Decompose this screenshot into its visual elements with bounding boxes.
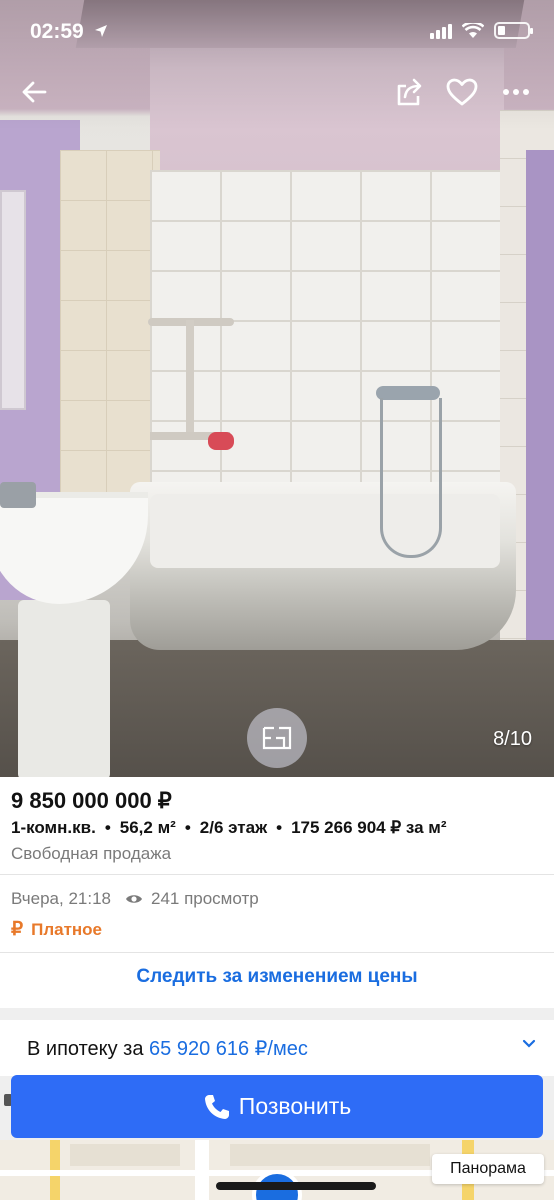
photo-bathtub-inner: [150, 494, 500, 568]
status-bar: 02:59: [0, 0, 554, 66]
call-button[interactable]: Позвонить: [11, 1075, 543, 1138]
eye-icon: [125, 895, 142, 903]
listing-photo[interactable]: [0, 0, 554, 777]
listing-date: Вчера, 21:18: [11, 889, 111, 908]
divider: [0, 874, 554, 875]
listing-views: 241 просмотр: [150, 889, 259, 908]
mortgage-row[interactable]: В ипотеку за 65 920 616 ₽/мес: [0, 1020, 554, 1076]
more-button[interactable]: [494, 70, 538, 114]
panorama-button[interactable]: Панорама: [432, 1154, 544, 1184]
heart-icon: [446, 78, 478, 106]
mortgage-amount: 65 920 616 ₽/мес: [149, 1038, 308, 1060]
back-button[interactable]: [12, 70, 56, 114]
map-block: [230, 1144, 430, 1166]
home-indicator: [216, 1182, 376, 1190]
photo-shower-hose: [380, 398, 442, 558]
listing-specs: 1-комн.кв. • 56,2 м² • 2/6 этаж • 175 26…: [11, 818, 447, 838]
spec-floor: 2/6 этаж: [199, 818, 268, 837]
section-separator: [0, 1008, 554, 1020]
wifi-icon: [462, 22, 484, 38]
location-arrow-icon: [95, 25, 107, 37]
photo-valve: [208, 432, 234, 450]
spec-rooms: 1-комн.кв.: [11, 818, 96, 837]
spec-separator: •: [276, 818, 283, 837]
track-price-link[interactable]: Следить за изменением цены: [0, 966, 554, 988]
map-block: [70, 1144, 180, 1166]
spec-separator: •: [184, 818, 191, 837]
phone-icon: [204, 1094, 229, 1119]
mortgage-prefix: В ипотеку за: [27, 1038, 144, 1060]
photo-sink: [0, 492, 148, 604]
paid-badge: ₽ Платное: [11, 918, 102, 941]
spec-separator: •: [104, 818, 111, 837]
photo-counter: 8/10: [493, 728, 532, 750]
photo-tiles: [150, 170, 504, 510]
floor-plan-button[interactable]: [247, 708, 307, 768]
signal-icon: [430, 23, 452, 39]
call-button-label: Позвонить: [238, 1093, 352, 1119]
photo-mirror: [0, 190, 26, 410]
photo-wall-mid: [60, 150, 160, 510]
chevron-down-icon: [522, 1039, 536, 1048]
spec-area: 56,2 м²: [119, 818, 176, 837]
status-indicators: [430, 22, 533, 39]
arrow-left-icon: [22, 81, 47, 103]
listing-meta: Вчера, 21:18 241 просмотр: [11, 889, 259, 909]
listing-price: 9 850 000 000 ₽: [11, 788, 172, 813]
sale-type: Свободная продажа: [11, 844, 172, 863]
status-time: 02:59: [30, 20, 84, 43]
mortgage-text: В ипотеку за 65 920 616 ₽/мес: [27, 1036, 308, 1061]
more-icon: [503, 89, 529, 95]
divider: [0, 952, 554, 953]
spec-price-per-m2: 175 266 904 ₽ за м²: [291, 818, 447, 837]
share-button[interactable]: [388, 70, 432, 114]
share-icon: [397, 78, 422, 106]
ruble-icon: ₽: [11, 919, 24, 940]
favorite-button[interactable]: [440, 70, 484, 114]
photo-sink-pedestal: [18, 600, 110, 777]
paid-label: Платное: [31, 919, 102, 939]
floor-plan-icon: [262, 726, 292, 750]
photo-pipe-vertical: [186, 320, 194, 440]
photo-faucet: [0, 482, 36, 508]
battery-icon: [494, 22, 533, 39]
